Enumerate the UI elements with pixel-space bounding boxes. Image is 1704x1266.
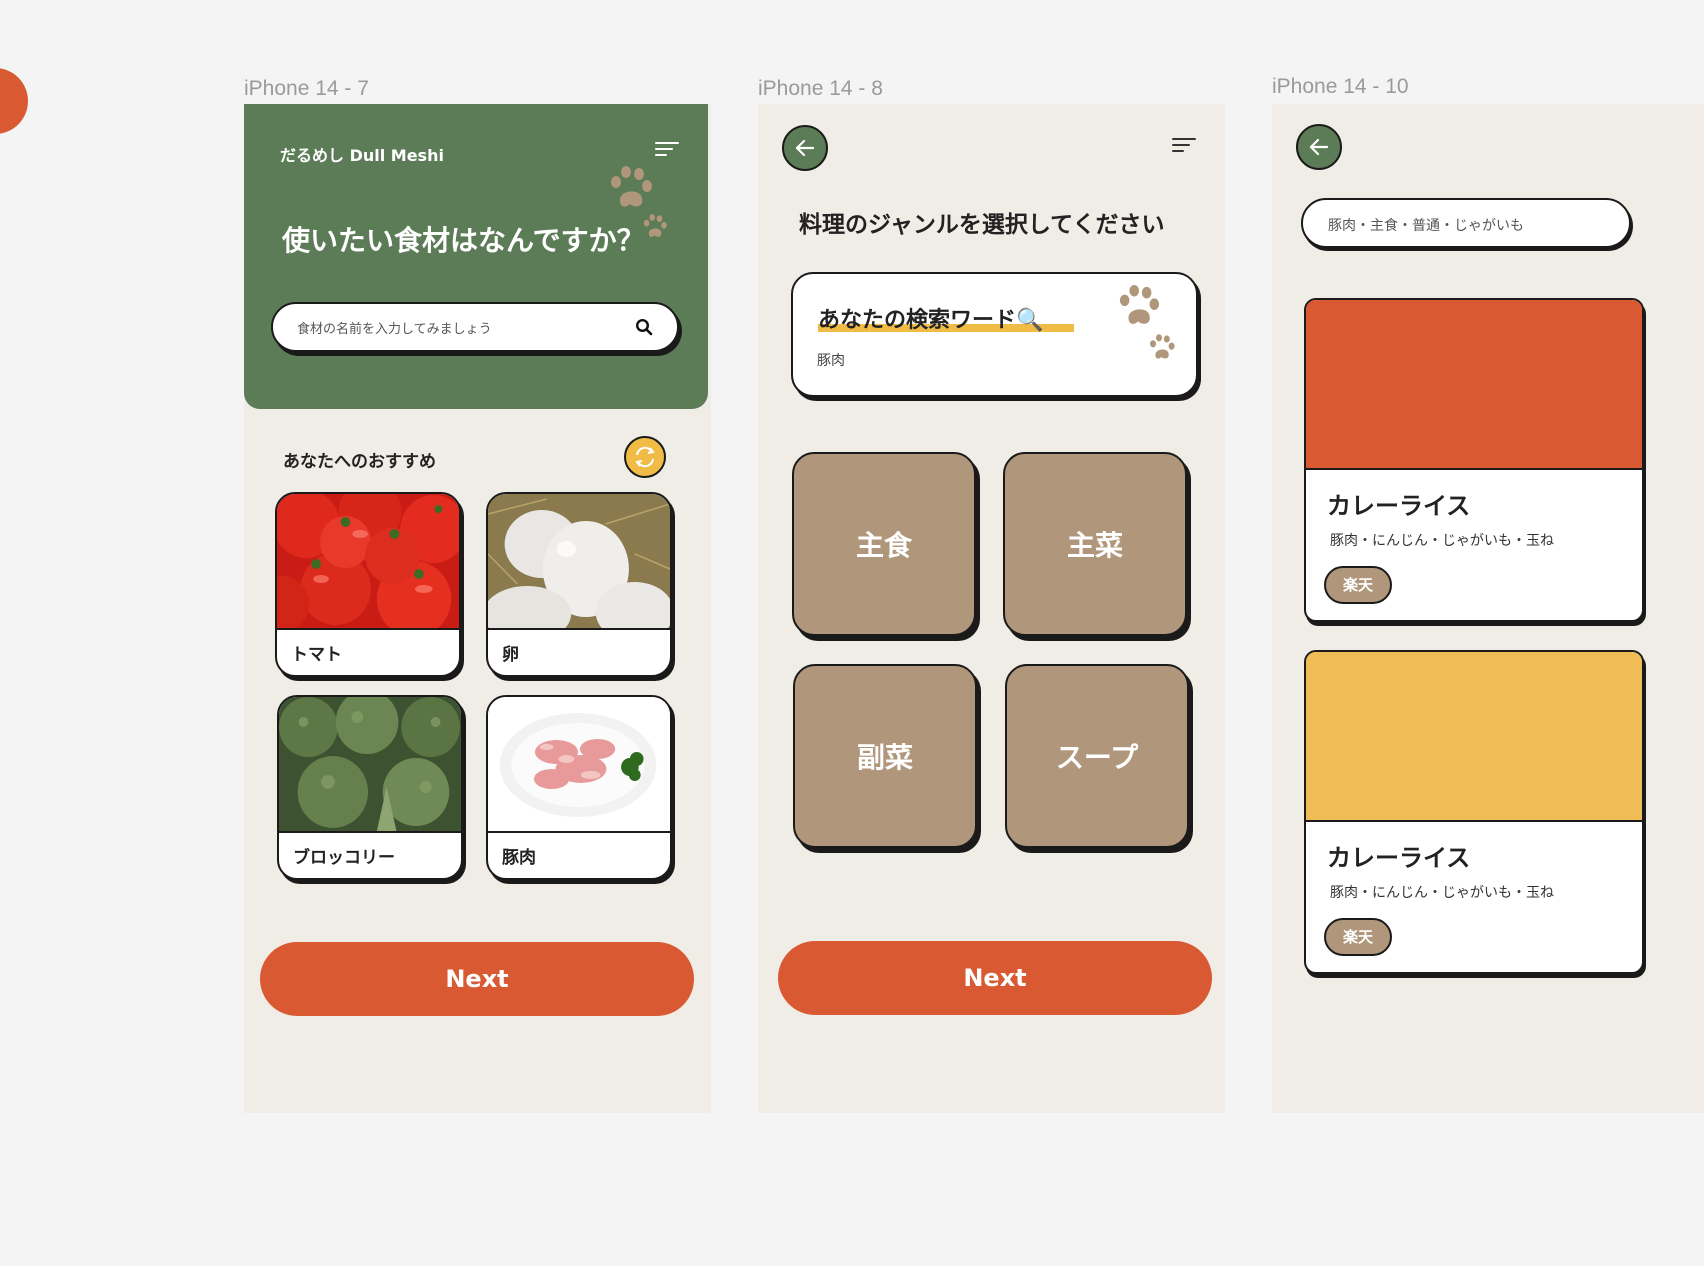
paw-icon-small: [1150, 334, 1175, 359]
search-icon[interactable]: [635, 318, 653, 336]
page-title: 使いたい食材はなんですか？: [282, 224, 645, 257]
genre-soup-button[interactable]: スープ: [1005, 664, 1189, 848]
refresh-button[interactable]: [624, 436, 666, 478]
frame-label-3: iPhone 14 - 10: [1272, 75, 1409, 98]
pork-photo: [488, 697, 670, 833]
arrow-left-icon: [1309, 138, 1329, 156]
ingredient-name: 豚肉: [502, 848, 536, 868]
genre-side-dish-button[interactable]: 副菜: [793, 664, 977, 848]
hero-header: だるめし Dull Meshi 使いたい食材はなんですか？ 食材の名前を入力して…: [244, 104, 708, 409]
app-brand: だるめし Dull Meshi: [280, 146, 444, 165]
paw-icon-small: [643, 214, 667, 237]
frame-label-1: iPhone 14 - 7: [244, 77, 369, 100]
ingredient-card-tomato[interactable]: トマト: [275, 492, 461, 677]
recommend-title: あなたへのおすすめ: [283, 452, 436, 472]
recipe-ingredients: 豚肉・にんじん・じゃがいも・玉ね: [1330, 885, 1554, 901]
genre-main-dish-button[interactable]: 主菜: [1003, 452, 1187, 636]
search-keyword-box: あなたの検索ワード🔍 豚肉: [791, 272, 1198, 397]
back-button[interactable]: [1296, 124, 1342, 170]
keyword-value: 豚肉: [817, 353, 845, 369]
genre-question: 料理のジャンルを選択してください: [799, 212, 1165, 238]
orange-circle-decoration: [0, 68, 28, 134]
keyword-title: あなたの検索ワード🔍: [818, 308, 1044, 333]
broccoli-photo: [279, 697, 461, 833]
ingredient-name: トマト: [291, 645, 342, 665]
frame-label-2: iPhone 14 - 8: [758, 77, 883, 100]
next-button[interactable]: Next: [778, 941, 1212, 1015]
refresh-icon: [635, 446, 655, 468]
paw-icon: [1119, 285, 1160, 324]
genre-staple-button[interactable]: 主食: [792, 452, 976, 636]
recipe-image-placeholder: [1306, 652, 1642, 822]
recipe-ingredients: 豚肉・にんじん・じゃがいも・玉ね: [1330, 533, 1554, 549]
search-placeholder: 食材の名前を入力してみましょう: [297, 322, 492, 337]
ingredient-card-egg[interactable]: 卵: [486, 492, 672, 677]
ingredient-search-input[interactable]: 食材の名前を入力してみましょう: [271, 302, 679, 352]
frame-ingredient-select: だるめし Dull Meshi 使いたい食材はなんですか？ 食材の名前を入力して…: [244, 104, 711, 1113]
filter-text: 豚肉・主食・普通・じゃがいも: [1328, 218, 1524, 234]
recipe-card[interactable]: カレーライス 豚肉・にんじん・じゃがいも・玉ね 楽天: [1304, 650, 1644, 974]
ingredient-name: 卵: [502, 645, 519, 665]
search-filter-summary[interactable]: 豚肉・主食・普通・じゃがいも: [1301, 198, 1631, 248]
ingredient-name: ブロッコリー: [293, 848, 395, 868]
menu-icon[interactable]: [655, 142, 681, 160]
tomato-photo: [277, 494, 459, 630]
next-button[interactable]: Next: [260, 942, 694, 1016]
menu-icon[interactable]: [1172, 138, 1198, 156]
ingredient-card-broccoli[interactable]: ブロッコリー: [277, 695, 463, 880]
ingredient-card-pork[interactable]: 豚肉: [486, 695, 672, 880]
recipe-name: カレーライス: [1327, 492, 1471, 520]
recipe-image-placeholder: [1306, 300, 1642, 470]
egg-photo: [488, 494, 670, 630]
recipe-name: カレーライス: [1327, 844, 1471, 872]
rakuten-tag[interactable]: 楽天: [1324, 566, 1392, 604]
frame-genre-select: 料理のジャンルを選択してください あなたの検索ワード🔍 豚肉 主食 主菜 副菜 …: [758, 104, 1225, 1113]
rakuten-tag[interactable]: 楽天: [1324, 918, 1392, 956]
recipe-card[interactable]: カレーライス 豚肉・にんじん・じゃがいも・玉ね 楽天: [1304, 298, 1644, 622]
frame-recipe-results: 豚肉・主食・普通・じゃがいも カレーライス 豚肉・にんじん・じゃがいも・玉ね 楽…: [1272, 104, 1704, 1113]
paw-icon: [611, 166, 652, 207]
arrow-left-icon: [795, 139, 815, 157]
back-button[interactable]: [782, 125, 828, 171]
